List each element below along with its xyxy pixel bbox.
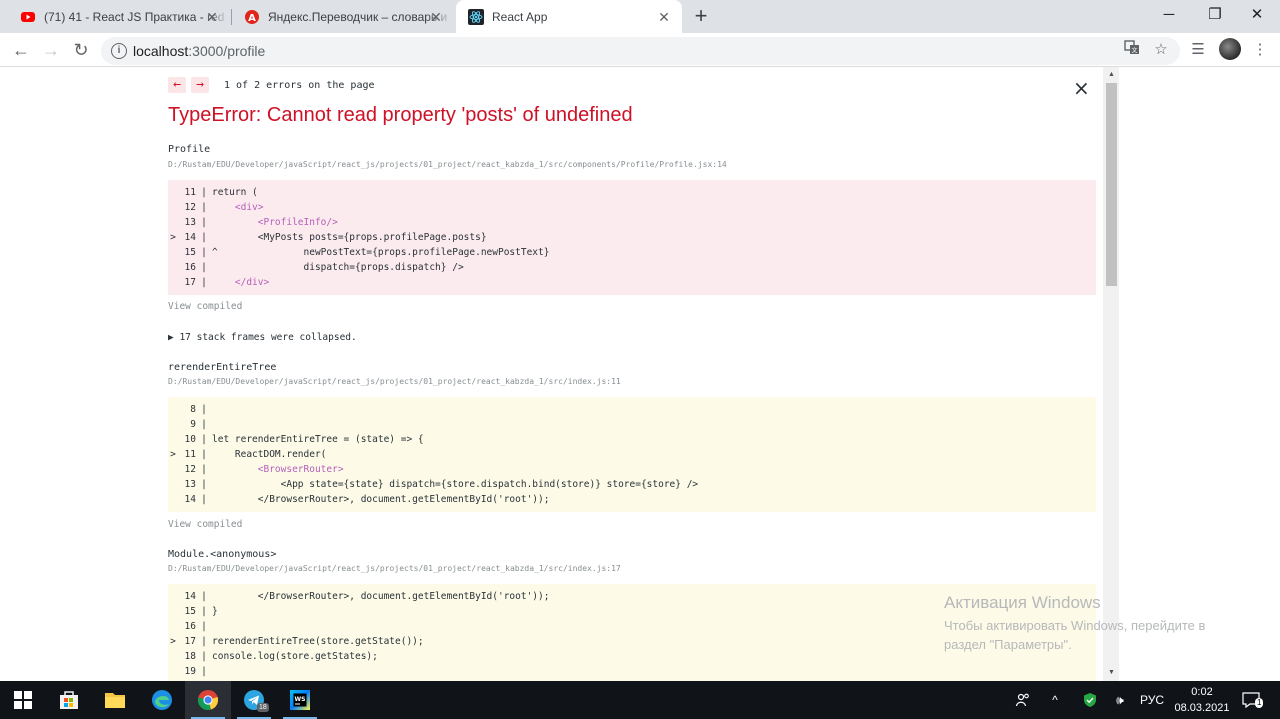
scrollbar-thumb[interactable] [1106, 83, 1117, 286]
avatar[interactable] [1219, 38, 1241, 60]
menu-icon[interactable]: ⋮ [1249, 39, 1271, 61]
activation-watermark-text: Чтобы активировать Windows, перейдите в … [944, 618, 1206, 652]
store-icon [60, 691, 78, 709]
stack-frame-path[interactable]: D:/Rustam/EDU/Developer/javaScript/react… [168, 160, 727, 169]
error-navigation: ← → 1 of 2 errors on the page [168, 77, 375, 93]
chevron-up-icon[interactable]: ^ [1047, 681, 1063, 719]
scroll-up-arrow-icon[interactable]: ▲ [1106, 70, 1117, 80]
close-overlay-button[interactable]: × [1073, 78, 1090, 98]
view-compiled-link[interactable]: View compiled [168, 519, 242, 530]
code-line: 19 | [184, 666, 207, 677]
error-title: TypeError: Cannot read property 'posts' … [168, 104, 633, 126]
webstorm-button[interactable]: WS [277, 681, 323, 719]
reload-button[interactable]: ↻ [68, 37, 94, 63]
tab-title: Яндекс.Переводчик – словарь и [268, 9, 448, 24]
telegram-button[interactable]: 18 [231, 681, 277, 719]
restore-button[interactable]: ❐ [1192, 0, 1238, 33]
svg-text:文: 文 [1131, 47, 1137, 55]
forward-button[interactable]: → [38, 37, 64, 63]
new-tab-button[interactable]: + [690, 5, 712, 28]
code-line: 9 | [190, 419, 207, 430]
minimize-button[interactable]: ─ [1146, 0, 1192, 33]
chrome-icon [197, 690, 219, 710]
browser-toolbar: ← → ↻ i localhost:3000/profile 文 ☆ ☰ [0, 33, 1280, 67]
svg-text:A: A [248, 13, 256, 24]
svg-text:WS: WS [295, 696, 306, 703]
code-frame[interactable]: 11 | return ( 12 | <div> 13 | <ProfileInfo/>… [168, 180, 1096, 295]
yandex-translate-icon: A [244, 9, 260, 25]
collapsed-frames-toggle[interactable]: ▶ 17 stack frames were collapsed. [168, 332, 357, 343]
code-line: 8 | [190, 404, 207, 415]
address-bar[interactable]: i localhost:3000/profile [101, 37, 1180, 65]
code-line: 13 | <App state={state} dispatch={store.d… [184, 479, 699, 490]
shield-icon[interactable] [1080, 681, 1100, 719]
prev-error-button[interactable]: ← [168, 77, 186, 93]
code-line: 13 | <ProfileInfo/> [184, 217, 338, 228]
code-line: 16 | dispatch={props.dispatch} /> [184, 262, 464, 273]
volume-icon[interactable]: 🕪 [1110, 681, 1130, 719]
react-icon [468, 8, 484, 25]
next-error-button[interactable]: → [191, 77, 209, 93]
url-host: localhost [133, 43, 189, 59]
stack-frame-name: Module.<anonymous> [168, 549, 277, 560]
clock-date: 08.03.2021 [1174, 702, 1230, 714]
tab-strip: (71) 41 - React JS Практика - red ✕ A Ян… [0, 0, 1280, 33]
edge-button[interactable] [139, 681, 185, 719]
stack-frame-path[interactable]: D:/Rustam/EDU/Developer/javaScript/react… [168, 377, 621, 386]
reading-list-icon[interactable]: ☰ [1187, 39, 1209, 61]
file-explorer-button[interactable] [92, 681, 138, 719]
stack-frame-name: Profile [168, 144, 211, 155]
notification-count: 1 [1255, 698, 1264, 708]
edge-icon [152, 690, 172, 710]
tab-react-app[interactable]: React App ✕ [456, 0, 682, 33]
bookmark-star-icon[interactable]: ☆ [1150, 39, 1172, 61]
translate-icon[interactable]: 文 [1121, 39, 1143, 61]
code-line-highlighted: >11 | ReactDOM.render( [170, 449, 327, 460]
url-text[interactable]: localhost:3000/profile [133, 43, 265, 59]
telegram-badge: 18 [257, 703, 269, 712]
code-line: 15 | ^ newPostText={props.profilePage.newP… [184, 247, 550, 258]
back-button[interactable]: ← [8, 37, 34, 63]
webstorm-icon: WS [290, 690, 310, 710]
youtube-icon [20, 9, 36, 25]
people-icon[interactable] [1012, 681, 1034, 719]
page-viewport: ← → 1 of 2 errors on the page × TypeErro… [0, 67, 1280, 681]
code-line: 12 | <div> [184, 202, 264, 213]
code-line: 11 | return ( [184, 187, 258, 198]
close-tab-icon[interactable]: ✕ [428, 9, 444, 25]
code-line: 17 | </div> [184, 277, 270, 288]
info-icon[interactable]: i [111, 43, 127, 59]
start-button[interactable] [0, 681, 46, 719]
tab-youtube[interactable]: (71) 41 - React JS Практика - red ✕ [8, 0, 230, 33]
system-clock[interactable]: 0:02 08.03.2021 [1168, 681, 1236, 719]
scroll-down-arrow-icon[interactable]: ▼ [1106, 668, 1117, 678]
stack-frame-name: rerenderEntireTree [168, 362, 277, 373]
code-line: 10 | let rerenderEntireTree = (state) => { [184, 434, 424, 445]
chrome-button[interactable] [185, 681, 231, 719]
url-path: :3000/profile [188, 43, 266, 59]
code-frame[interactable]: 8 | 9 | 10 | let rerenderEntireTree = (state… [168, 397, 1096, 512]
error-counter: 1 of 2 errors on the page [224, 79, 375, 91]
windows-icon [14, 691, 32, 709]
code-line-highlighted: >14 | <MyPosts posts={props.profilePage.p… [170, 232, 487, 243]
view-compiled-link[interactable]: View compiled [168, 301, 242, 312]
tab-title: React App [492, 9, 548, 24]
close-tab-icon[interactable]: ✕ [204, 9, 220, 25]
notification-icon[interactable]: 1 [1238, 681, 1264, 719]
keyboard-language[interactable]: РУС [1138, 681, 1166, 719]
stack-frame-path[interactable]: D:/Rustam/EDU/Developer/javaScript/react… [168, 564, 621, 573]
tab-title: (71) 41 - React JS Практика - red [44, 9, 225, 24]
taskbar: 18 WS ^ 🕪 РУС 1 [0, 681, 1280, 719]
clock-time: 0:02 [1191, 686, 1213, 698]
tab-yandex-translate[interactable]: A Яндекс.Переводчик – словарь и ✕ [232, 0, 454, 33]
folder-icon [105, 693, 125, 708]
store-app-button[interactable] [46, 681, 92, 719]
close-tab-icon[interactable]: ✕ [656, 9, 672, 25]
close-window-button[interactable]: ✕ [1234, 0, 1280, 33]
code-line: 12 | <BrowserRouter> [184, 464, 344, 475]
activation-watermark-title: Активация Windows [944, 593, 1101, 612]
code-line: 14 | </BrowserRouter>, document.getElemen… [184, 494, 550, 505]
